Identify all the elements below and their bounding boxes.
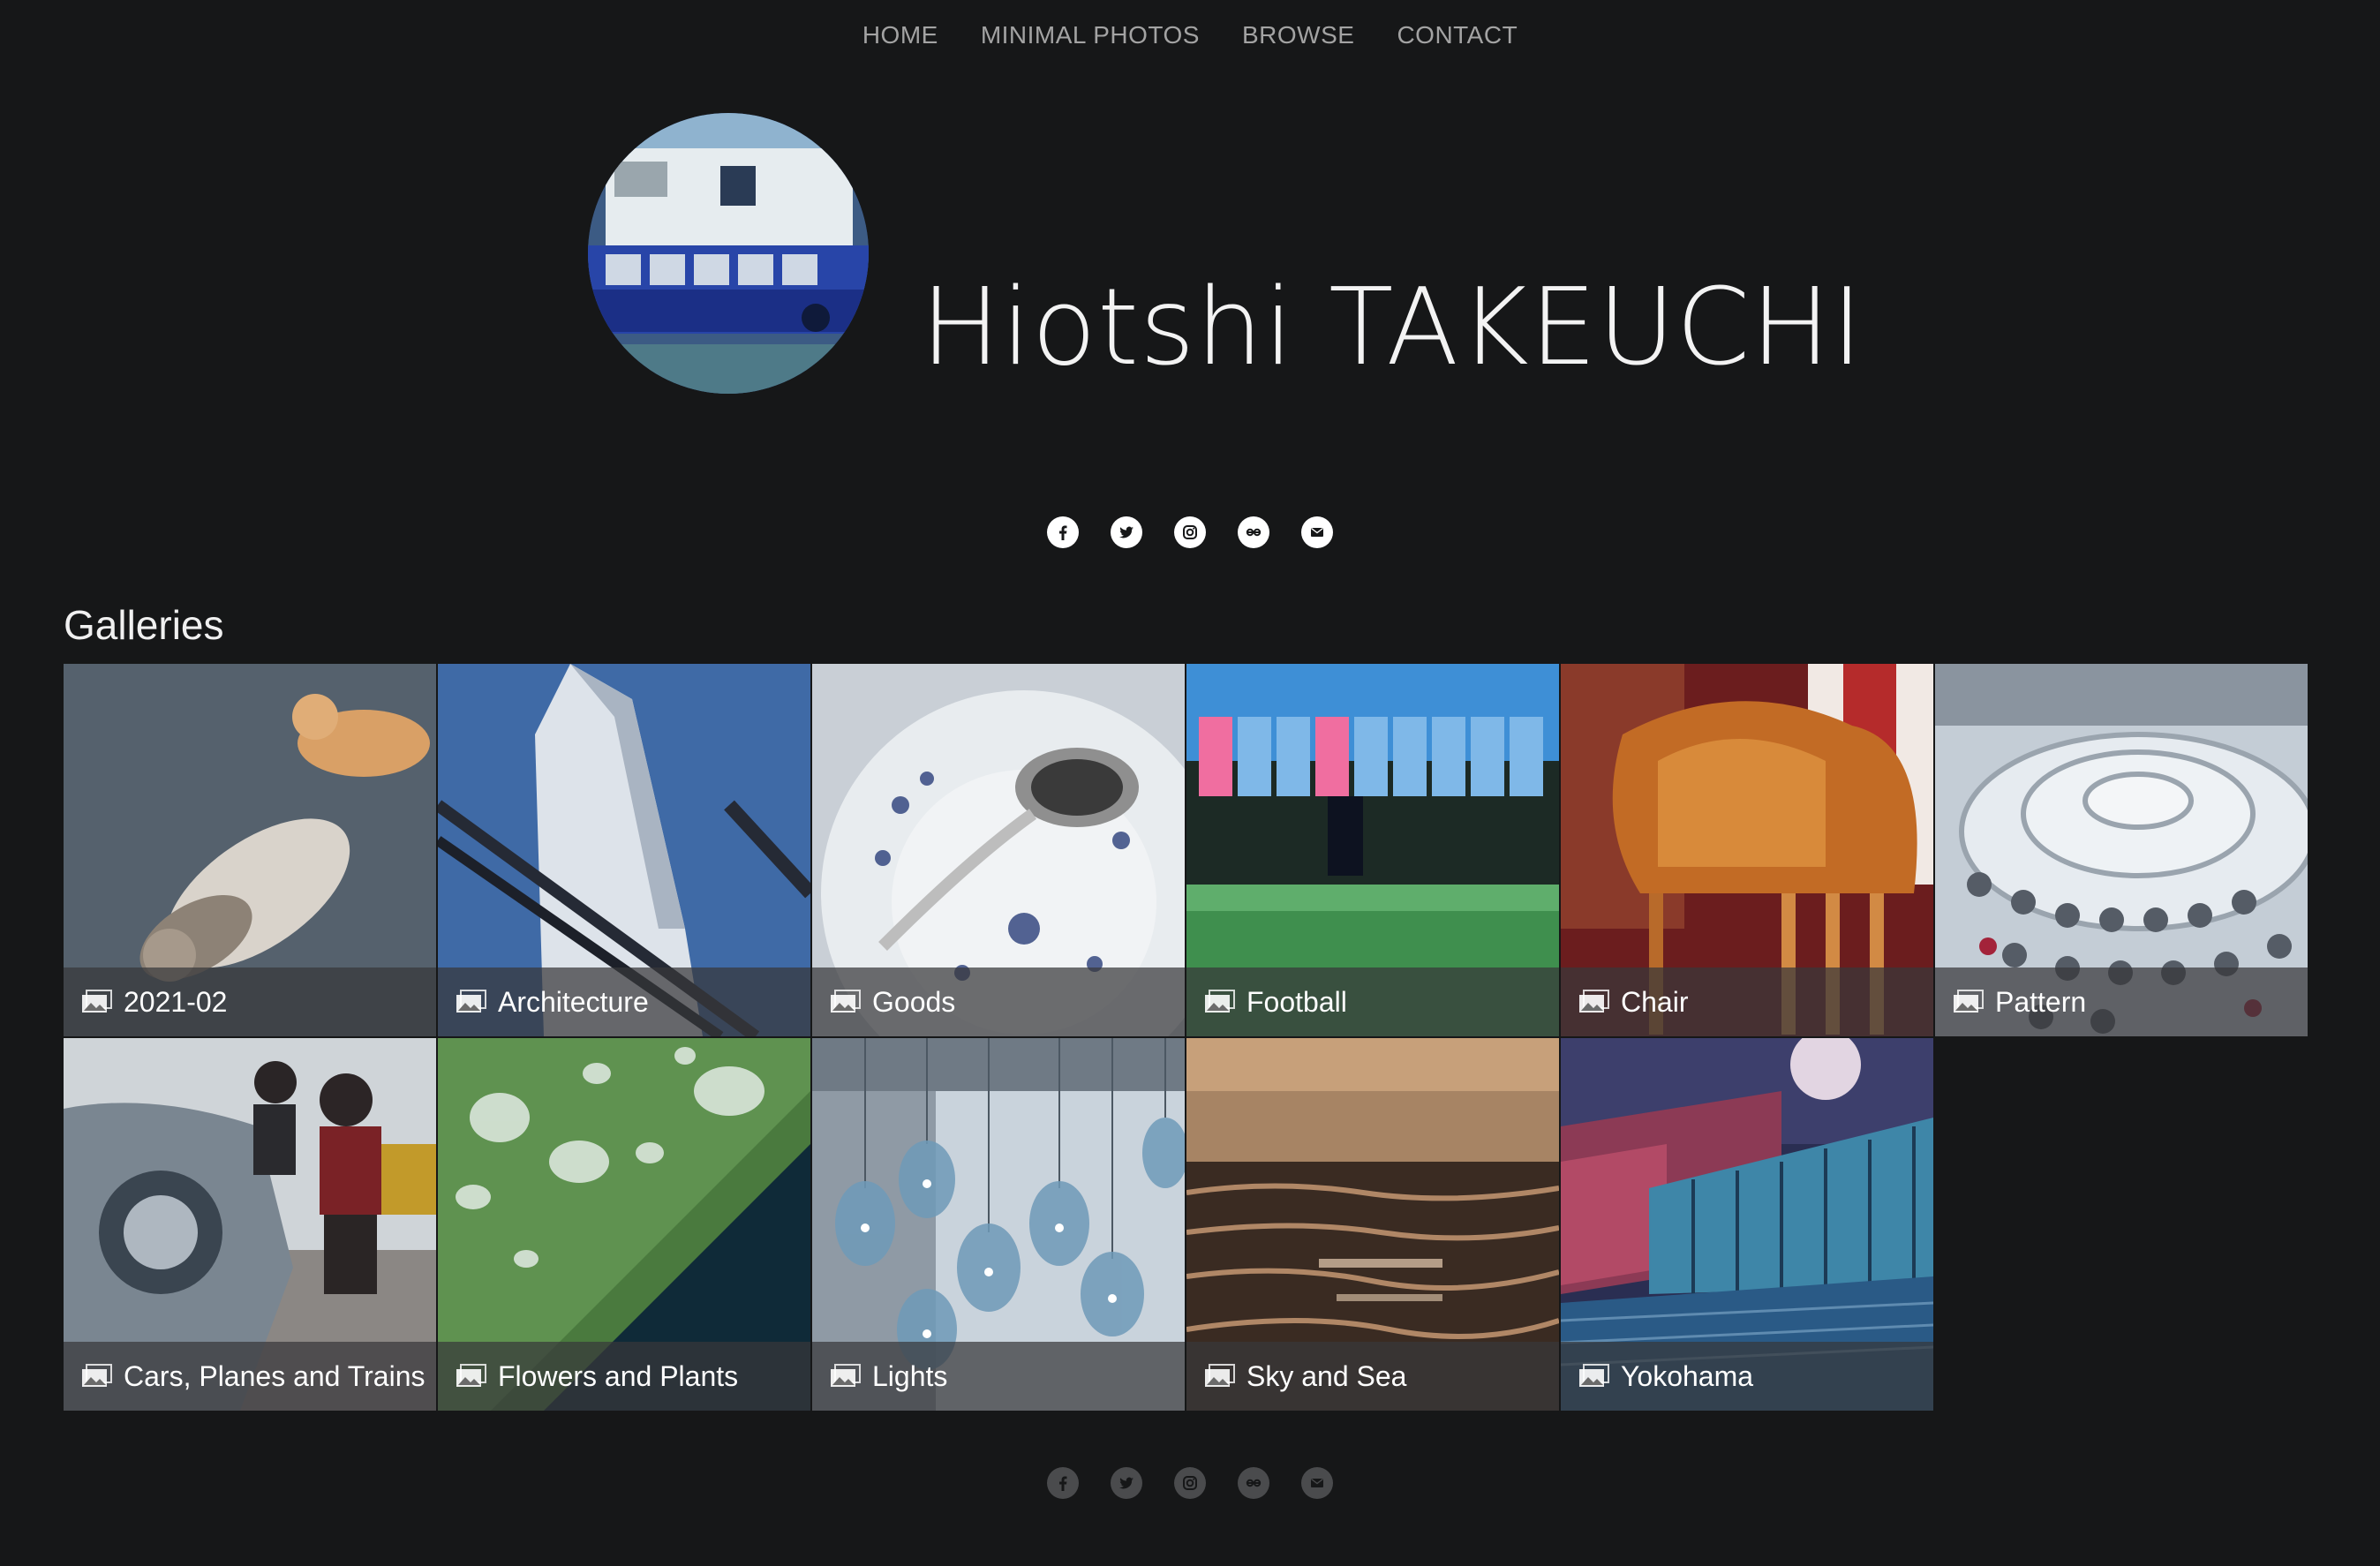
gallery-caption: Football [1186, 967, 1559, 1036]
gallery-caption: Flowers and Plants [438, 1342, 810, 1411]
instagram-icon[interactable] [1174, 1467, 1206, 1499]
flickr-icon[interactable] [1238, 1467, 1269, 1499]
gallery-icon [1954, 990, 1984, 1013]
facebook-icon[interactable] [1047, 1467, 1079, 1499]
gallery-icon [831, 1364, 861, 1387]
gallery-caption: Goods [812, 967, 1185, 1036]
nav-contact[interactable]: CONTACT [1397, 19, 1518, 51]
gallery-icon [456, 990, 486, 1013]
avatar[interactable] [588, 113, 869, 394]
gallery-tile-goods[interactable]: Goods [812, 664, 1185, 1036]
site-title: Hiotshi TAKEUCHI [921, 267, 1864, 390]
email-icon[interactable] [1301, 516, 1333, 548]
instagram-icon[interactable] [1174, 516, 1206, 548]
gallery-tile-football[interactable]: Football [1186, 664, 1559, 1036]
gallery-tile-architecture[interactable]: Architecture [438, 664, 810, 1036]
galleries-heading: Galleries [64, 602, 224, 648]
gallery-label: Goods [872, 985, 956, 1018]
gallery-grid: 2021-02 Architecture Goods Football Chai… [64, 664, 2309, 1411]
top-nav: HOME MINIMAL PHOTOS BROWSE CONTACT [0, 19, 2380, 51]
gallery-label: Chair [1621, 985, 1689, 1018]
flickr-icon[interactable] [1238, 516, 1269, 548]
gallery-caption: Architecture [438, 967, 810, 1036]
gallery-icon [831, 990, 861, 1013]
gallery-label: Yokohama [1621, 1359, 1754, 1392]
twitter-icon[interactable] [1111, 516, 1142, 548]
nav-minimal-photos[interactable]: MINIMAL PHOTOS [981, 19, 1200, 51]
gallery-tile-pattern[interactable]: Pattern [1935, 664, 2308, 1036]
nav-browse[interactable]: BROWSE [1242, 19, 1354, 51]
gallery-tile-sky-sea[interactable]: Sky and Sea [1186, 1038, 1559, 1411]
gallery-label: Architecture [498, 985, 649, 1018]
gallery-tile-yokohama[interactable]: Yokohama [1561, 1038, 1933, 1411]
gallery-tile-flowers-plants[interactable]: Flowers and Plants [438, 1038, 810, 1411]
twitter-icon[interactable] [1111, 1467, 1142, 1499]
gallery-label: Flowers and Plants [498, 1359, 739, 1392]
gallery-icon [1579, 990, 1609, 1013]
gallery-label: Lights [872, 1359, 948, 1392]
facebook-icon[interactable] [1047, 516, 1079, 548]
gallery-icon [1579, 1364, 1609, 1387]
gallery-caption: Lights [812, 1342, 1185, 1411]
social-links-footer [0, 1467, 2380, 1499]
gallery-icon [82, 990, 112, 1013]
gallery-icon [456, 1364, 486, 1387]
gallery-tile-cars-planes-trains[interactable]: Cars, Planes and Trains [64, 1038, 436, 1411]
gallery-caption: Yokohama [1561, 1342, 1933, 1411]
gallery-icon [82, 1364, 112, 1387]
gallery-caption: 2021-02 [64, 967, 436, 1036]
social-links-top [0, 516, 2380, 548]
gallery-caption: Cars, Planes and Trains [64, 1342, 436, 1411]
gallery-label: 2021-02 [124, 985, 228, 1018]
gallery-tile-2021-02[interactable]: 2021-02 [64, 664, 436, 1036]
gallery-caption: Chair [1561, 967, 1933, 1036]
gallery-label: Cars, Planes and Trains [124, 1359, 426, 1392]
gallery-icon [1205, 990, 1235, 1013]
gallery-tile-chair[interactable]: Chair [1561, 664, 1933, 1036]
avatar-image [588, 113, 869, 394]
gallery-label: Football [1246, 985, 1347, 1018]
email-icon[interactable] [1301, 1467, 1333, 1499]
gallery-label: Pattern [1995, 985, 2087, 1018]
gallery-tile-lights[interactable]: Lights [812, 1038, 1185, 1411]
gallery-caption: Sky and Sea [1186, 1342, 1559, 1411]
gallery-caption: Pattern [1935, 967, 2308, 1036]
nav-home[interactable]: HOME [862, 19, 938, 51]
gallery-icon [1205, 1364, 1235, 1387]
gallery-label: Sky and Sea [1246, 1359, 1407, 1392]
